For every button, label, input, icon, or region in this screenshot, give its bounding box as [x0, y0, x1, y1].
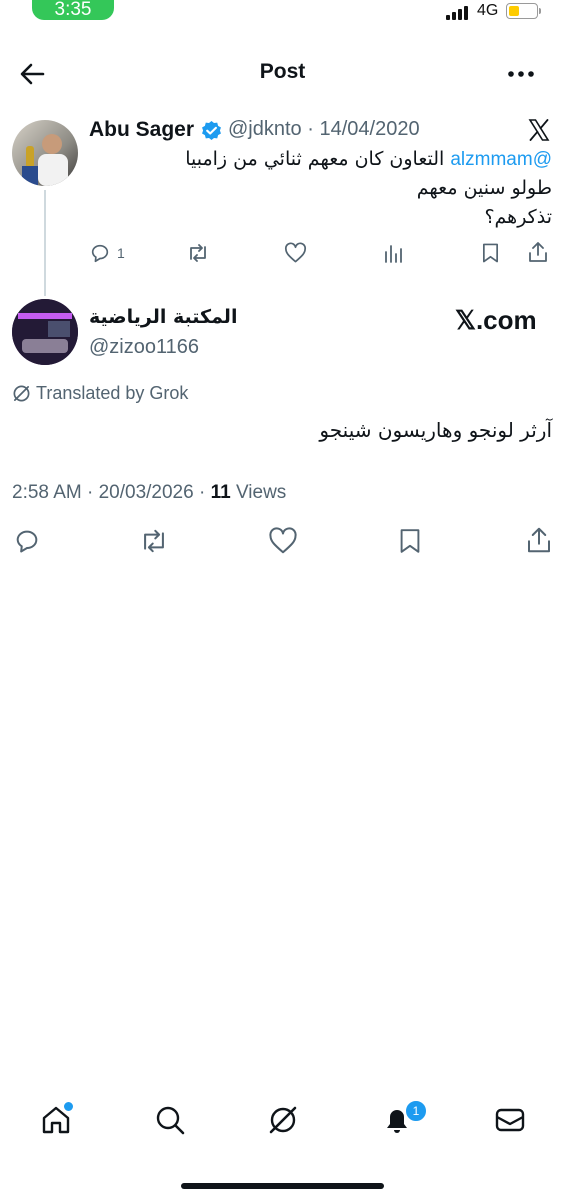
post-text-line-2: طولو سنين معهم [416, 177, 552, 199]
views-icon[interactable] [383, 242, 403, 264]
post-text-line-3: تذكرهم؟ [484, 206, 552, 228]
reply-count: 1 [117, 245, 125, 261]
post-timestamp: 2:58 AM · 20/03/2026 · [12, 482, 211, 503]
author-name[interactable]: Abu Sager [89, 118, 194, 142]
translated-by-label: Translated by Grok [36, 383, 189, 403]
views-label[interactable]: Views [236, 482, 286, 503]
repost-icon[interactable] [138, 527, 170, 555]
battery-nub [539, 8, 541, 14]
views-count[interactable]: 11 [211, 482, 231, 503]
thread-connector [44, 190, 46, 296]
author-handle[interactable]: @zizoo1166 [89, 336, 199, 359]
reply-action[interactable]: 1 [89, 242, 125, 264]
avatar-photo-icon [22, 134, 68, 186]
share-icon[interactable] [527, 240, 549, 264]
like-icon[interactable] [284, 242, 307, 264]
network-label: 4G [477, 2, 499, 19]
share-icon[interactable] [525, 525, 553, 555]
author-name[interactable]: المكتبة الرياضية [89, 306, 237, 328]
avatar[interactable] [12, 120, 78, 186]
avatar[interactable] [12, 299, 78, 365]
post-meta: @jdknto · 14/04/2020 [228, 118, 420, 141]
grok-icon[interactable] [267, 1104, 299, 1136]
page-title: Post [259, 60, 306, 83]
post-text: آرثر لونجو وهاريسون شينجو [319, 418, 552, 442]
search-icon[interactable] [154, 1104, 186, 1136]
mention-link[interactable]: @alzmmam [450, 149, 552, 170]
grok-icon [13, 385, 30, 402]
author-handle[interactable]: @jdknto [228, 118, 302, 140]
home-indicator [181, 1183, 384, 1189]
messages-envelope-icon[interactable] [494, 1104, 526, 1136]
post-text-part: التعاون كان معهم ثنائي من زامبيا [185, 148, 445, 170]
watermark: 𝕏.com [455, 305, 537, 335]
post-text-line-1: @alzmmam التعاون كان معهم ثنائي من زامبي… [100, 148, 552, 171]
notifications-badge: 1 [404, 1099, 428, 1123]
verified-badge-icon [202, 120, 221, 141]
battery-icon [506, 3, 538, 19]
bookmark-icon[interactable] [398, 527, 422, 555]
more-options-icon[interactable] [506, 64, 536, 84]
repost-icon[interactable] [186, 242, 210, 264]
status-time: 3:35 [32, 0, 114, 20]
signal-icon [446, 6, 468, 20]
like-icon[interactable] [268, 527, 298, 555]
reply-icon[interactable] [89, 242, 111, 264]
translation-note: Translated by Grok [12, 383, 188, 404]
avatar-photo-icon [12, 299, 78, 365]
separator-dot: · [307, 118, 314, 140]
reply-icon[interactable] [13, 527, 41, 555]
x-logo-icon [528, 119, 550, 141]
post-timestamp-row: 2:58 AM · 20/03/2026 · 11 Views [12, 482, 286, 504]
home-unread-dot [62, 1100, 75, 1113]
post-date: 14/04/2020 [319, 118, 420, 140]
bookmark-icon[interactable] [481, 242, 500, 264]
